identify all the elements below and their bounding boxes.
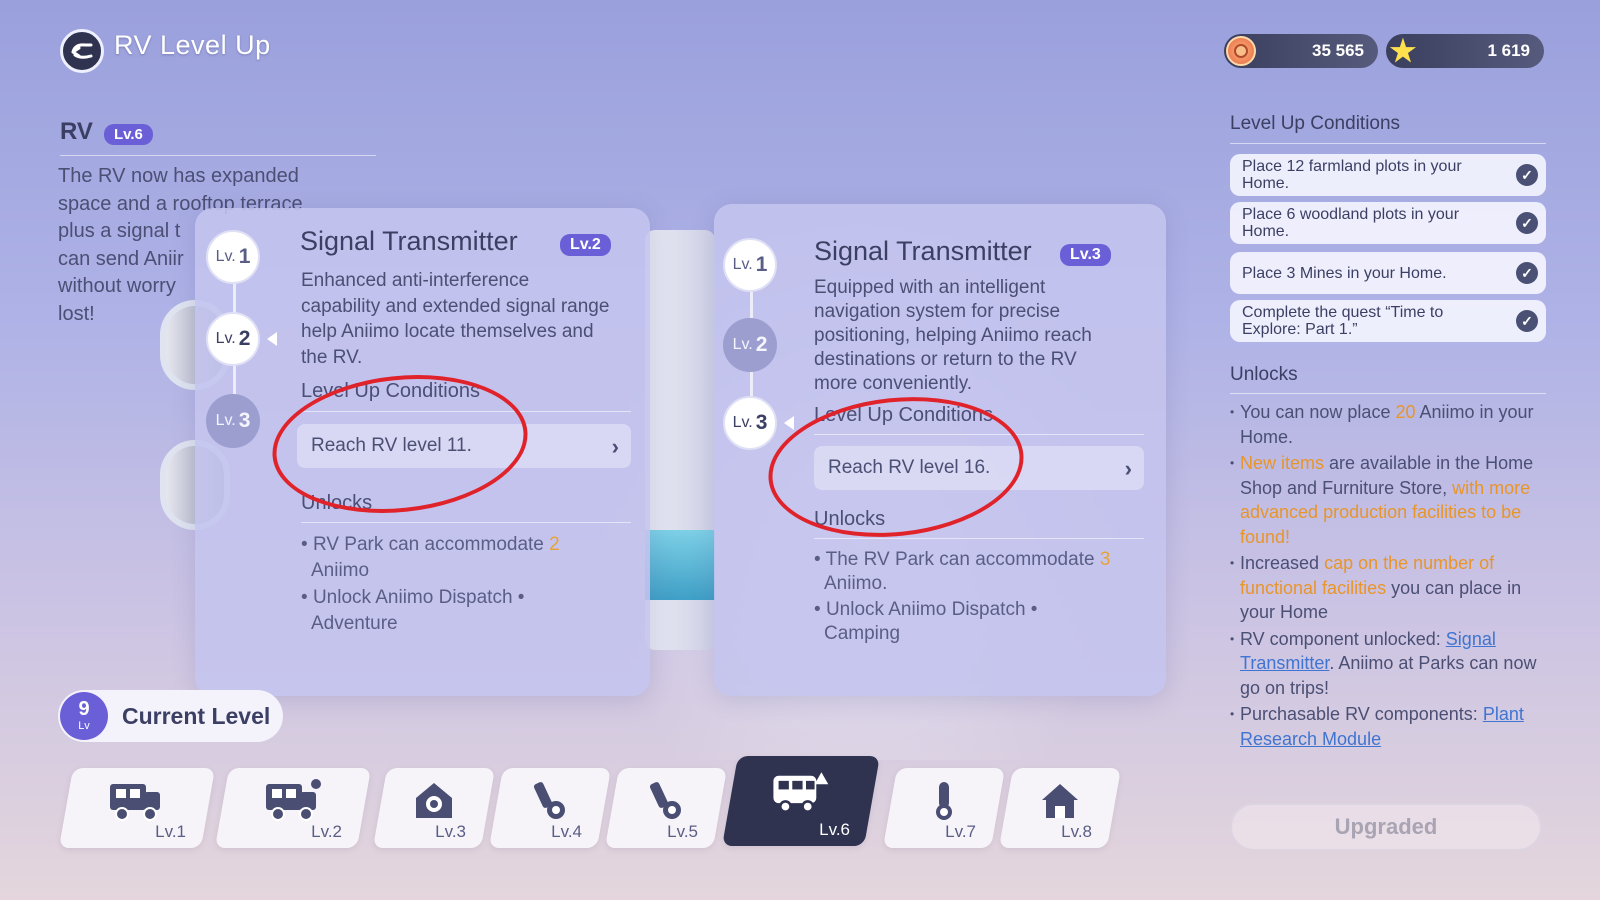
card-level-badge: Lv.2 [560,234,611,256]
level-tile-8[interactable]: Lv.8 [998,768,1122,848]
unlock-item: RV component unlocked: Signal Transmitte… [1230,627,1546,701]
level-node-1[interactable]: Lv. 1 [723,238,777,292]
level-tile-2[interactable]: Lv.2 [214,768,372,848]
bolt-nut-icon [520,778,580,822]
tile-label: Lv.3 [435,822,466,841]
conditions-heading: Level Up Conditions [1230,113,1401,134]
unlocks-heading: Unlocks [1230,364,1298,385]
level-tile-1[interactable]: Lv.1 [58,768,216,848]
gold-currency: 35 565 [1224,34,1378,68]
rv-truck-pet-icon [262,778,322,822]
tile-label: Lv.7 [945,822,976,841]
rv-van-icon [770,770,830,814]
upgraded-button[interactable]: Upgraded [1230,803,1542,851]
checkmark-icon: ✓ [1516,310,1538,332]
current-level-label: Current Level [122,702,271,729]
divider [60,155,376,156]
rv-level-badge: Lv.6 [104,124,153,145]
level-node-3[interactable]: Lv. 3 [206,394,260,448]
card-description: Enhanced anti-interference capability an… [301,270,610,368]
chevron-right-icon: › [1124,456,1132,481]
rv-label: RV [60,118,93,145]
level-tile-7[interactable]: Lv.7 [882,768,1006,848]
divider [1230,393,1546,394]
home-gear-icon [404,778,464,822]
condition-item: Place 12 farmland plots in your Home. ✓ [1230,154,1546,196]
unlock-item: Purchasable RV components: Plant Researc… [1230,702,1546,751]
card-title: Signal Transmitter [814,236,1032,266]
level-node-2[interactable]: Lv. 2 [206,312,260,366]
checkmark-icon: ✓ [1516,262,1538,284]
tile-label: Lv.5 [667,822,698,841]
back-button[interactable] [60,29,104,73]
checkmark-icon: ✓ [1516,212,1538,234]
unlock-item: • Unlock Aniimo Dispatch • Adventure [301,587,525,634]
checkmark-icon: ✓ [1516,164,1538,186]
selected-level-marker [267,332,277,346]
tile-label: Lv.8 [1061,822,1092,841]
level-node-1[interactable]: Lv. 1 [206,230,260,284]
level-number-icon: 9 Lv [60,692,108,740]
bolt-nut-icon [636,778,696,822]
level-node-2[interactable]: Lv. 2 [723,318,777,372]
unlock-item: Increased cap on the number of functiona… [1230,551,1546,625]
gold-coin-icon [1226,36,1256,66]
unlocks-list: You can now place 20 Aniimo in your Home… [1230,400,1546,753]
level-node-3[interactable]: Lv. 3 [723,396,777,450]
house-icon [1030,778,1090,822]
rv-body-decoration [645,230,715,650]
tile-label: Lv.1 [155,822,186,841]
level-tile-5[interactable]: Lv.5 [604,768,728,848]
unlock-item: New items are available in the Home Shop… [1230,451,1546,549]
card-description: Equipped with an intelligent navigation … [814,277,1092,394]
page-title: RV Level Up [114,30,271,60]
condition-item: Place 3 Mines in your Home. ✓ [1230,252,1546,294]
card-level-badge: Lv.3 [1060,244,1111,266]
unlock-item: You can now place 20 Aniimo in your Home… [1230,400,1546,449]
card-title: Signal Transmitter [300,226,518,256]
level-tile-6-selected[interactable]: Lv.6 [722,756,880,846]
rv-truck-icon [106,778,166,822]
tile-label: Lv.6 [819,820,850,839]
star-currency: ★ 1 619 [1386,34,1544,68]
unlock-item: • The RV Park can accommodate 3 Aniimo. [814,549,1111,594]
level-tile-3[interactable]: Lv.3 [372,768,496,848]
back-arrow-icon [71,43,93,59]
condition-item: Complete the quest “Time to Explore: Par… [1230,300,1546,342]
current-level-badge: 9 Lv Current Level [58,690,283,742]
divider [301,522,631,523]
selected-level-marker [784,416,794,430]
tile-label: Lv.4 [551,822,582,841]
star-icon: ★ [1389,34,1417,68]
star-amount: 1 619 [1487,41,1530,60]
rv-desc-line: The RV now has expanded [58,165,299,187]
gold-amount: 35 565 [1312,41,1364,60]
thermometer-icon [914,778,974,822]
unlock-item: • RV Park can accommodate 2 Aniimo [301,534,560,581]
level-tile-4[interactable]: Lv.4 [488,768,612,848]
chevron-right-icon: › [611,434,619,459]
condition-item: Place 6 woodland plots in your Home. ✓ [1230,202,1546,244]
tile-label: Lv.2 [311,822,342,841]
unlock-item: • Unlock Aniimo Dispatch • Camping [814,599,1038,644]
divider [1230,143,1546,144]
divider [814,538,1144,539]
